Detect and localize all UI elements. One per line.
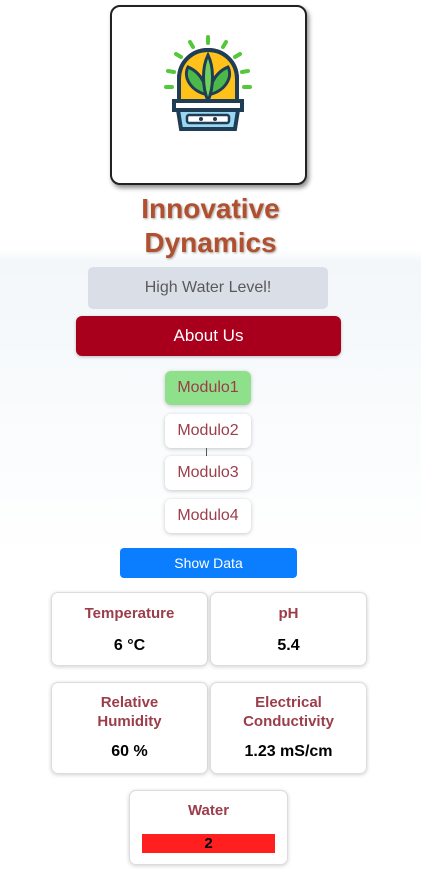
water-label: Water (187, 802, 230, 819)
ph-value: 5.4 (277, 637, 300, 654)
ph-card: pH 5.4 (210, 592, 367, 666)
module-button-1[interactable]: Modulo1 (165, 371, 251, 405)
conductivity-card: Electrical Conductivity 1.23 mS/cm (210, 682, 367, 774)
humidity-card: Relative Humidity 60 % (51, 682, 208, 774)
temperature-label: Temperature (84, 605, 175, 622)
conductivity-label: Electrical Conductivity (243, 694, 334, 730)
brand-title-line2: Dynamics (144, 227, 277, 258)
show-data-button[interactable]: Show Data (120, 548, 297, 578)
conductivity-value: 1.23 mS/cm (244, 743, 333, 760)
logo (110, 5, 307, 185)
greenhouse-plant-icon (164, 35, 252, 131)
humidity-label: Relative Humidity (97, 694, 162, 730)
water-level-indicator: 2 (142, 834, 275, 853)
humidity-value: 60 % (111, 743, 148, 760)
module-button-2[interactable]: Modulo2 (165, 414, 251, 448)
temperature-value: 6 °C (113, 637, 146, 654)
module-button-3[interactable]: Modulo3 (165, 456, 251, 490)
ph-label: pH (278, 605, 299, 622)
temperature-card: Temperature 6 °C (51, 592, 208, 666)
text-cursor (206, 448, 207, 456)
water-level-alert: High Water Level! (88, 267, 328, 309)
brand-title-line1: Innovative (141, 193, 280, 224)
water-card: Water 2 (129, 790, 288, 865)
about-us-button[interactable]: About Us (76, 316, 341, 356)
module-button-4[interactable]: Modulo4 (165, 499, 251, 533)
